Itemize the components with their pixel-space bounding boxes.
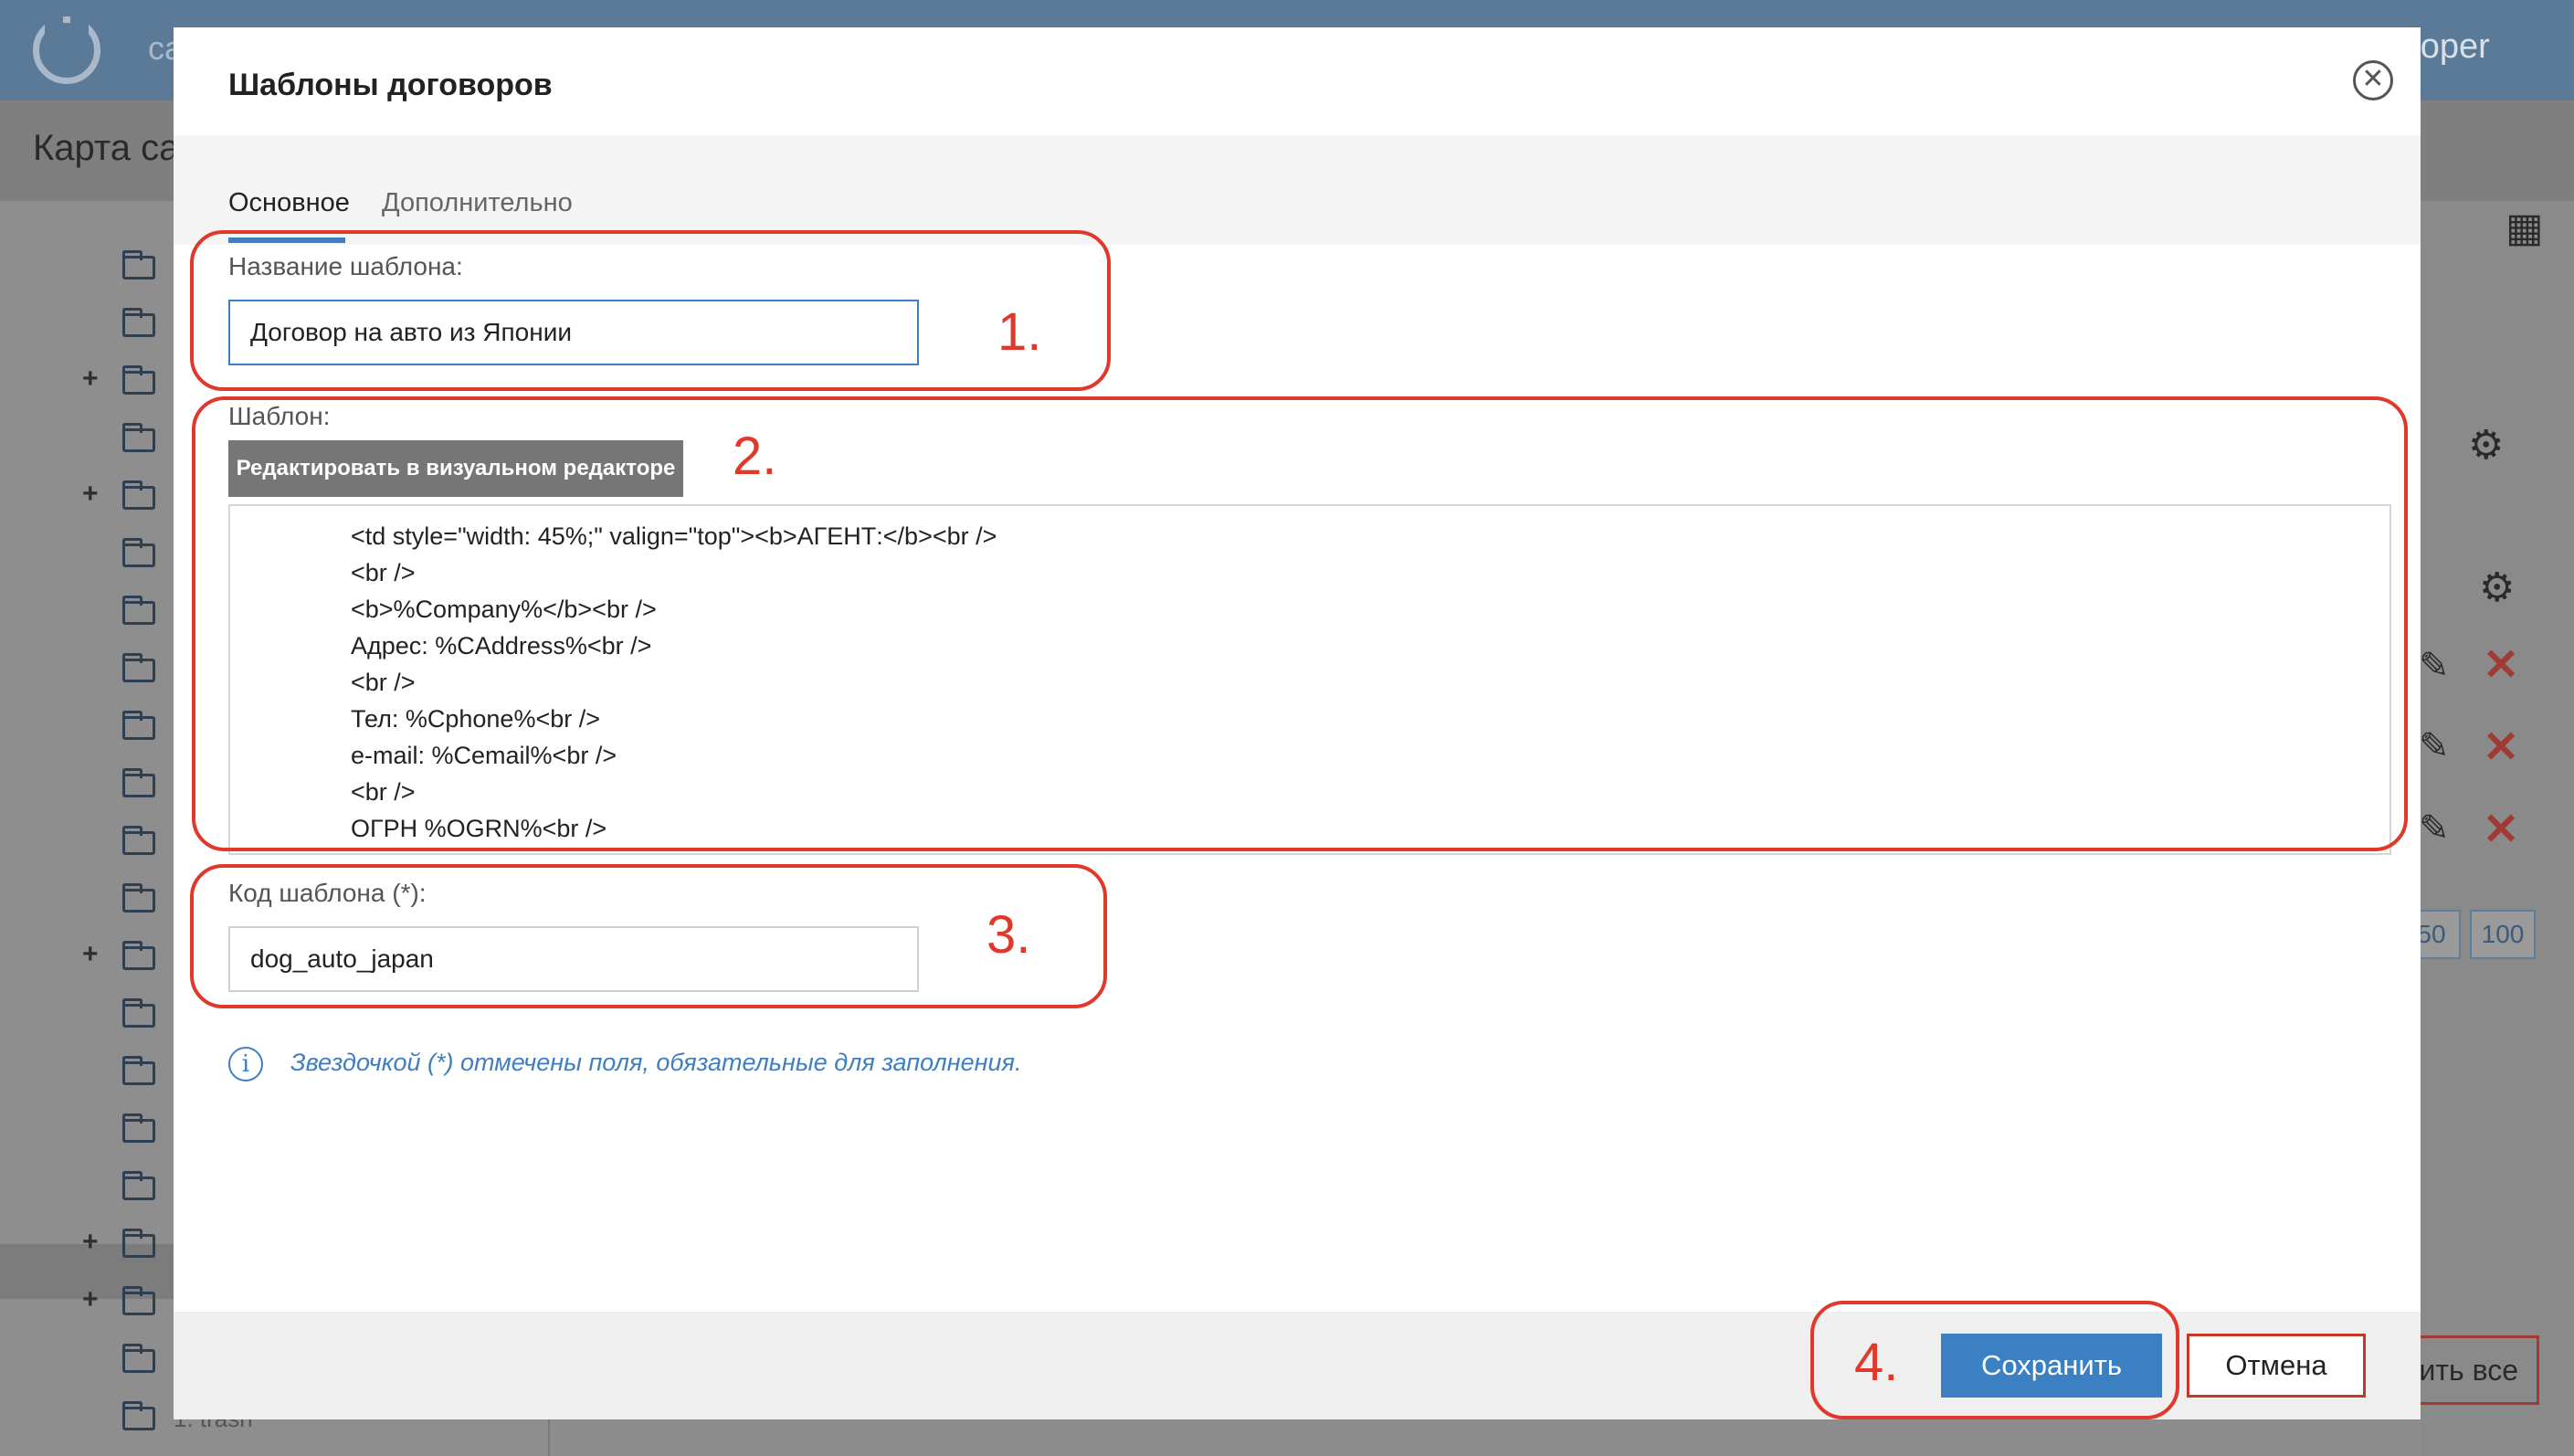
info-icon: i <box>228 1047 263 1081</box>
folder-icon <box>122 883 155 913</box>
folder-icon <box>122 998 155 1028</box>
edit-icon[interactable]: ✎ <box>2419 645 2450 687</box>
gear-icon[interactable]: ⚙ <box>2479 564 2515 611</box>
folder-icon <box>122 1171 155 1200</box>
gear-icon[interactable]: ⚙ <box>2468 422 2504 469</box>
folder-icon <box>122 826 155 855</box>
cancel-button[interactable]: Отмена <box>2187 1334 2366 1398</box>
annotation-box-2 <box>192 396 2408 851</box>
folder-icon <box>122 653 155 682</box>
folder-icon <box>122 308 155 337</box>
modal-title: Шаблоны договоров <box>228 68 553 102</box>
folder-icon <box>122 1229 155 1258</box>
edit-icon[interactable]: ✎ <box>2419 807 2450 849</box>
folder-icon <box>122 423 155 452</box>
annotation-box-3 <box>190 864 1107 1008</box>
annotation-number-2: 2. <box>733 427 777 486</box>
folder-icon <box>122 596 155 625</box>
tab-main[interactable]: Основное <box>228 188 350 218</box>
folder-icon <box>122 1056 155 1085</box>
modal-header: Шаблоны договоров ✕ <box>174 27 2421 135</box>
delete-icon[interactable]: ✕ <box>2483 639 2519 691</box>
folder-icon <box>122 711 155 740</box>
required-fields-note: Звездочкой (*) отмечены поля, обязательн… <box>290 1049 1022 1076</box>
app-logo-icon[interactable] <box>33 14 100 84</box>
folder-icon <box>122 1113 155 1143</box>
delete-icon[interactable]: ✕ <box>2483 804 2519 855</box>
edit-icon[interactable]: ✎ <box>2419 725 2450 767</box>
page-size-100[interactable]: 100 <box>2470 910 2536 959</box>
page-title: Карта са <box>33 128 180 168</box>
folder-icon <box>122 538 155 567</box>
folder-icon <box>122 941 155 970</box>
folder-icon <box>122 365 155 395</box>
tab-additional[interactable]: Дополнительно <box>382 188 573 218</box>
folder-icon <box>122 1286 155 1315</box>
delete-icon[interactable]: ✕ <box>2483 722 2519 773</box>
folder-icon <box>122 250 155 280</box>
annotation-number-4: 4. <box>1854 1333 1899 1392</box>
expand-icon[interactable]: + <box>82 364 99 395</box>
close-icon[interactable]: ✕ <box>2353 60 2393 100</box>
calculator-icon[interactable]: ▦ <box>2505 205 2544 251</box>
annotation-box-1 <box>190 230 1111 391</box>
folder-icon <box>122 1401 155 1430</box>
folder-icon <box>122 1344 155 1373</box>
folder-icon <box>122 480 155 510</box>
expand-icon[interactable]: + <box>82 939 99 970</box>
tab-bar: Основное Дополнительно <box>174 135 2421 245</box>
annotation-number-3: 3. <box>986 905 1031 965</box>
expand-icon[interactable]: + <box>82 479 99 510</box>
expand-icon[interactable]: + <box>82 1227 99 1258</box>
annotation-number-1: 1. <box>997 302 1042 362</box>
expand-icon[interactable]: + <box>82 1284 99 1315</box>
folder-icon <box>122 768 155 797</box>
